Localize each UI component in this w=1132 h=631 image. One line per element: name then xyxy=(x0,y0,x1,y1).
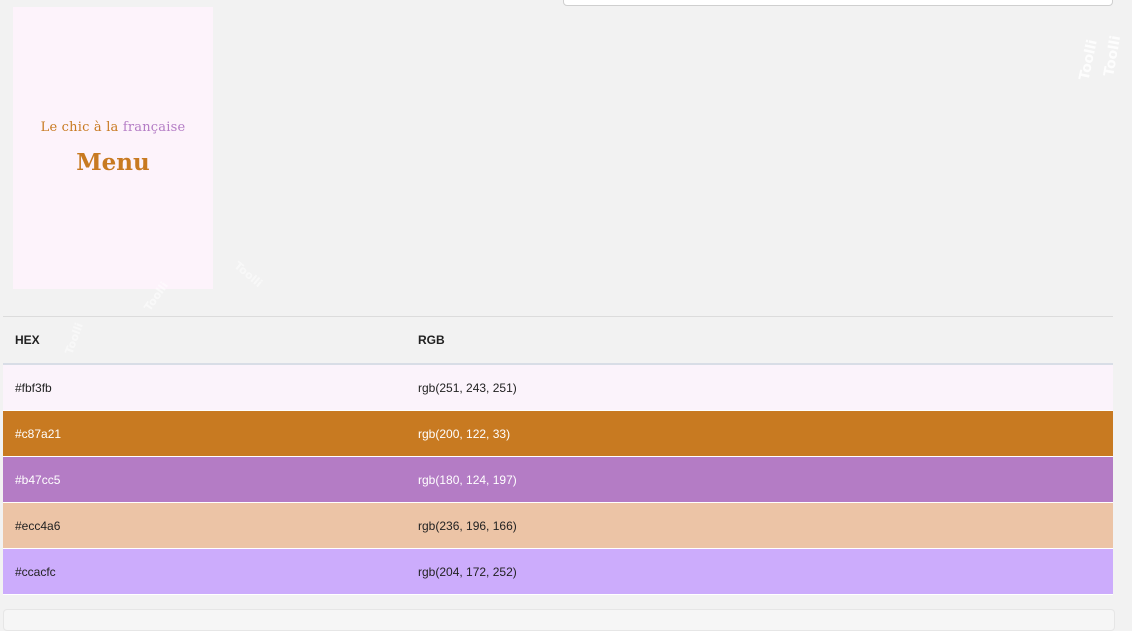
table-row: #c87a21 rgb(200, 122, 33) xyxy=(3,410,1113,457)
watermark-text: Toolli xyxy=(1101,34,1125,78)
palette-preview-card: Le chic à la française Menu xyxy=(13,7,213,289)
color-table: HEX RGB #fbf3fb rgb(251, 243, 251) #c87a… xyxy=(3,316,1113,595)
table-header-row: HEX RGB xyxy=(3,316,1113,364)
rgb-value[interactable]: rgb(204, 172, 252) xyxy=(406,548,1113,595)
search-input[interactable] xyxy=(563,0,1113,6)
table-row: #fbf3fb rgb(251, 243, 251) xyxy=(3,364,1113,411)
rgb-value[interactable]: rgb(251, 243, 251) xyxy=(406,364,1113,411)
watermark-text: Toolli xyxy=(1076,38,1101,82)
hex-value[interactable]: #b47cc5 xyxy=(3,456,406,503)
rgb-value[interactable]: rgb(180, 124, 197) xyxy=(406,456,1113,503)
preview-title: Menu xyxy=(76,149,150,176)
rgb-value[interactable]: rgb(236, 196, 166) xyxy=(406,502,1113,549)
preview-tagline-part1: Le chic à la xyxy=(40,120,123,135)
table-row: #ccacfc rgb(204, 172, 252) xyxy=(3,548,1113,595)
hex-value[interactable]: #ecc4a6 xyxy=(3,502,406,549)
preview-tagline: Le chic à la française xyxy=(13,120,213,135)
table-row: #b47cc5 rgb(180, 124, 197) xyxy=(3,456,1113,503)
bottom-panel xyxy=(3,609,1115,631)
rgb-column-header: RGB xyxy=(418,333,445,347)
hex-value[interactable]: #c87a21 xyxy=(3,410,406,457)
watermark-text: Toolli xyxy=(231,259,265,290)
hex-value[interactable]: #ccacfc xyxy=(3,548,406,595)
hex-value[interactable]: #fbf3fb xyxy=(3,364,406,411)
table-row: #ecc4a6 rgb(236, 196, 166) xyxy=(3,502,1113,549)
preview-tagline-part2: française xyxy=(122,120,186,135)
hex-column-header: HEX xyxy=(15,333,40,347)
rgb-value[interactable]: rgb(200, 122, 33) xyxy=(406,410,1113,457)
